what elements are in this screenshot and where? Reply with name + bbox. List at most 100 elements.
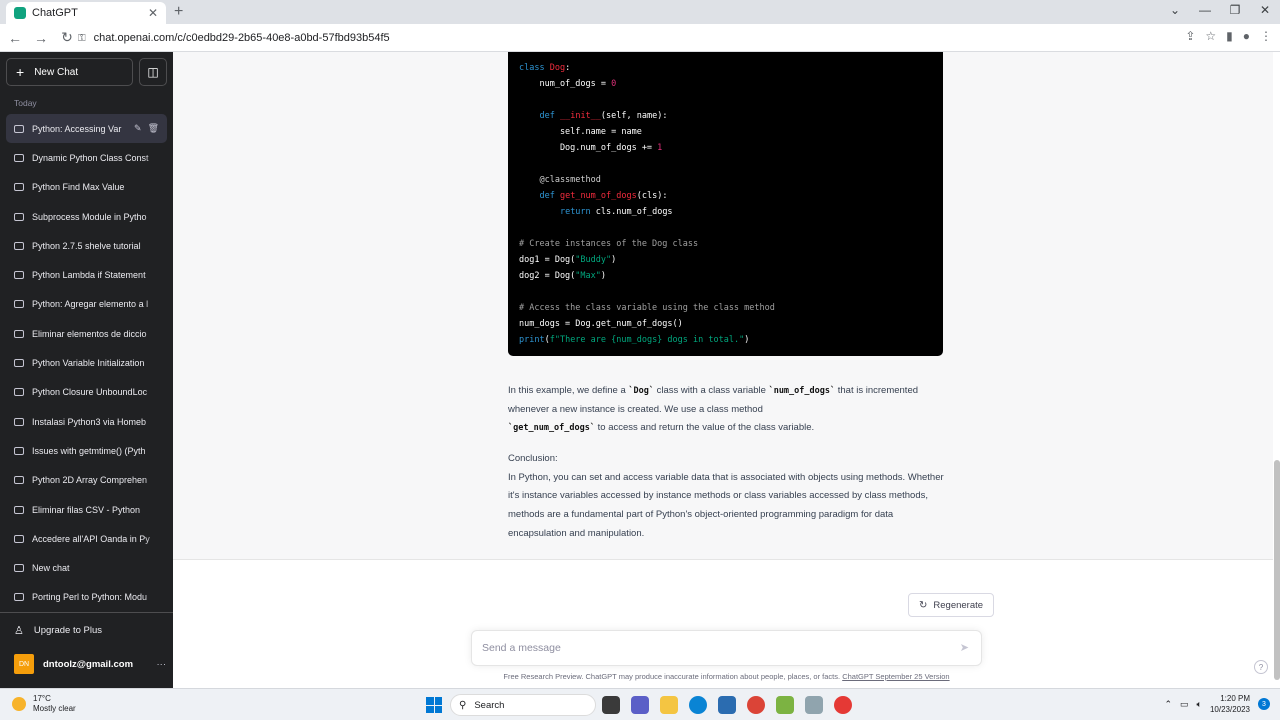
help-button[interactable]: ?	[1254, 660, 1268, 674]
sidebar-chat-item[interactable]: Eliminar elementos de diccio	[6, 319, 167, 349]
sidebar-chat-item[interactable]: Instalasi Python3 via Homeb	[6, 406, 167, 437]
chat-bubble-icon	[14, 359, 24, 368]
bookmark-star-icon[interactable]: ☆	[1205, 29, 1216, 43]
back-icon[interactable]: ←	[4, 30, 26, 46]
date: 10/23/2023	[1209, 705, 1250, 714]
code-line: dog1 = Dog("Buddy")	[519, 255, 617, 265]
reload-icon[interactable]: ↻	[56, 29, 78, 46]
sidebar-chat-item[interactable]: Issues with getmtime() (Pyth	[6, 436, 167, 466]
edge-browser-icon[interactable]	[689, 696, 707, 714]
sidebar-chat-item[interactable]: Python: Agregar elemento a l	[6, 289, 167, 320]
chat-bubble-icon	[14, 505, 24, 514]
message-composer: ➤	[471, 630, 982, 666]
code-line: dog2 = Dog("Max")	[519, 271, 607, 281]
send-icon[interactable]: ➤	[960, 641, 969, 654]
version-link[interactable]: ChatGPT September 25 Version	[842, 672, 949, 681]
regenerate-button[interactable]: ↻ Regenerate	[908, 593, 995, 617]
chat-bubble-icon	[14, 388, 24, 397]
chat-history-list: Python: Accessing Var ✎ 🗑︎ Dynamic Python C…	[6, 114, 167, 613]
tab-search-icon[interactable]: ⌄	[1160, 3, 1190, 17]
sidebar-chat-item[interactable]: Python: Accessing Var ✎ 🗑︎	[6, 114, 167, 144]
url-text: chat.openai.com/c/c0edbd29-2b65-40e8-a0b…	[93, 32, 390, 44]
account-email: dntoolz@gmail.com	[43, 658, 134, 670]
sidebar-chat-item[interactable]: Python Find Max Value	[6, 172, 167, 202]
share-icon[interactable]: ⇪	[1185, 29, 1195, 43]
sidebar-chat-item[interactable]: Python Lambda if Statement	[6, 260, 167, 290]
main-content: class Dog: num_of_dogs = 0 def __init__(…	[173, 52, 1280, 688]
site-info-icon[interactable]: ⚿	[78, 33, 86, 44]
upgrade-button[interactable]: ♙ Upgrade to Plus	[14, 624, 102, 637]
start-button-icon[interactable]	[426, 697, 442, 713]
edit-icon[interactable]: ✎	[134, 123, 142, 134]
sidebar-chat-item[interactable]: New chat	[6, 553, 167, 583]
url-field[interactable]: ⚿ chat.openai.com/c/c0edbd29-2b65-40e8-a…	[78, 28, 1168, 48]
notepad-plus-icon[interactable]	[776, 696, 794, 714]
minimize-icon[interactable]: —	[1190, 3, 1220, 17]
code-line: num_of_dogs = 0	[519, 79, 617, 89]
sidebar-chat-item[interactable]: Subprocess Module in Pytho	[6, 201, 167, 232]
toggle-sidebar-button[interactable]: ◫	[139, 58, 167, 86]
inline-code-num-of-dogs: `num_of_dogs`	[768, 386, 836, 396]
taskbar-search[interactable]: ⚲ Search	[450, 694, 596, 716]
taskbar: 17°C Mostly clear ⚲ Search ⌃ ▭ 🔈︎ 1:20 P…	[0, 688, 1280, 720]
explanation-text-2: class with a class variable	[654, 385, 769, 396]
file-explorer-icon[interactable]	[660, 696, 678, 714]
volume-icon[interactable]: 🔈︎	[1197, 699, 1202, 710]
user-icon: ♙	[14, 625, 24, 637]
sidebar-chat-item[interactable]: Python 2.7.5 shelve tutorial	[6, 231, 167, 261]
chat-item-label: Dynamic Python Class Const	[32, 152, 149, 163]
profile-icon[interactable]: ●	[1243, 29, 1250, 43]
menu-kebab-icon[interactable]: ⋮	[1260, 29, 1272, 43]
delete-icon[interactable]: 🗑︎	[148, 123, 159, 134]
sidebar-chat-item[interactable]: Python Variable Initialization	[6, 348, 167, 378]
sidebar-chat-item[interactable]: Accedere all'API Oanda in Py	[6, 524, 167, 554]
plus-icon: +	[16, 64, 25, 80]
microsoft-store-icon[interactable]	[718, 696, 736, 714]
chrome-active-icon[interactable]	[834, 696, 852, 714]
forward-icon[interactable]: →	[30, 30, 52, 46]
more-options-icon[interactable]: ···	[157, 659, 167, 670]
chat-item-label: Python: Agregar elemento a l	[32, 299, 149, 310]
sidebar-chat-item[interactable]: Porting Perl to Python: Modu	[6, 582, 167, 613]
teams-chat-icon[interactable]	[631, 696, 649, 714]
sidebar-chat-item[interactable]: Eliminar filas CSV - Python	[6, 494, 167, 525]
chat-item-label: Accedere all'API Oanda in Py	[32, 533, 150, 544]
notification-badge[interactable]: 3	[1258, 698, 1270, 710]
sidebar-chat-item[interactable]: Dynamic Python Class Const	[6, 143, 167, 173]
explanation-text-1: In this example, we define a	[508, 385, 629, 396]
chat-item-label: Python Closure UnboundLoc	[32, 387, 148, 398]
system-tray: ⌃ ▭ 🔈︎ 1:20 PM 10/23/2023 3	[1164, 693, 1270, 715]
chat-bubble-icon	[14, 300, 24, 309]
browser-tab[interactable]: ChatGPT ✕	[6, 2, 166, 24]
close-tab-icon[interactable]: ✕	[148, 6, 158, 20]
show-hidden-icons-icon[interactable]: ⌃	[1164, 699, 1172, 710]
close-window-icon[interactable]: ✕	[1250, 3, 1280, 17]
message-input[interactable]	[482, 642, 942, 654]
chatgpt-favicon-icon	[14, 7, 26, 19]
maximize-icon[interactable]: ❐	[1220, 3, 1250, 17]
explanation-text-4: to access and return the value of the cl…	[595, 422, 815, 434]
chat-bubble-icon	[14, 329, 24, 338]
chat-bubble-icon	[14, 476, 24, 485]
sidebar-chat-item[interactable]: Python Closure UnboundLoc	[6, 377, 167, 407]
chrome-icon[interactable]	[747, 696, 765, 714]
footer-disclaimer: Free Research Preview. ChatGPT may produ…	[173, 672, 1280, 681]
task-view-icon[interactable]	[602, 696, 620, 714]
account-menu[interactable]: DN dntoolz@gmail.com ···	[14, 654, 166, 674]
new-tab-icon[interactable]: +	[174, 3, 183, 21]
network-icon[interactable]: ▭	[1180, 699, 1189, 710]
upgrade-label: Upgrade to Plus	[33, 625, 102, 636]
side-panel-icon[interactable]: ▮	[1226, 29, 1233, 43]
chat-item-label: Porting Perl to Python: Modu	[32, 592, 148, 603]
clock[interactable]: 1:20 PM 10/23/2023	[1210, 693, 1250, 715]
code-line: self.name = name	[519, 127, 642, 137]
weather-widget[interactable]: 17°C Mostly clear	[12, 694, 76, 714]
sidebar-chat-item[interactable]: Python 2D Array Comprehen	[6, 465, 167, 495]
weather-sun-icon	[12, 697, 26, 711]
scrollbar[interactable]	[1274, 460, 1280, 680]
chat-bubble-icon	[14, 212, 24, 221]
new-chat-button[interactable]: + New Chat	[6, 58, 133, 86]
inline-code-dog: `Dog`	[628, 386, 654, 396]
remote-desktop-icon[interactable]	[805, 696, 823, 714]
